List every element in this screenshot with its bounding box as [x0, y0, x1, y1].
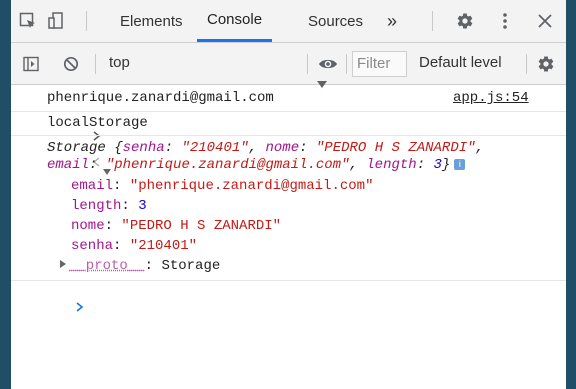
summary-value: "PEDRO H S ZANARDI" [315, 140, 476, 156]
tab-sources[interactable]: Sources [308, 0, 363, 42]
log-source-link[interactable]: app.js:54 [453, 90, 529, 106]
device-toolbar-icon[interactable] [46, 10, 68, 32]
object-summary-line-1[interactable]: Storage {senha: "210401", nome: "PEDRO H… [47, 140, 484, 156]
summary-suffix: } [441, 157, 451, 173]
divider [11, 135, 566, 136]
property-row: email: "phenrique.zanardi@gmail.com" [71, 178, 374, 194]
object-summary-line-2[interactable]: email: "phenrique.zanardi@gmail.com", le… [47, 157, 466, 173]
context-selector[interactable]: top [103, 43, 328, 88]
property-key: email [71, 178, 114, 194]
tab-console[interactable]: Console [197, 0, 273, 42]
log-level-dropdown[interactable]: Default level [419, 54, 502, 71]
inspect-element-icon[interactable] [17, 11, 39, 31]
divider [346, 54, 347, 74]
property-row: nome: "PEDRO H S ZANARDI" [71, 218, 282, 234]
sidebar-toggle-icon[interactable] [21, 54, 41, 74]
expand-right-triangle-icon[interactable] [59, 258, 69, 274]
console-toolbar: top Filter Default level [11, 43, 566, 88]
log-message: phenrique.zanardi@gmail.com [47, 90, 274, 106]
divider [307, 54, 308, 74]
proto-row[interactable]: __proto__: Storage [59, 258, 220, 274]
property-row: length: 3 [71, 198, 147, 214]
property-value: "PEDRO H S ZANARDI" [121, 218, 282, 234]
divider [11, 111, 566, 112]
console-output: phenrique.zanardi@gmail.com app.js:54 lo… [11, 85, 566, 389]
input-command: localStorage [47, 115, 148, 131]
filter-input[interactable]: Filter [352, 51, 407, 77]
property-key: nome [71, 218, 105, 234]
property-key: length [71, 198, 122, 214]
proto-value: Storage [161, 258, 221, 274]
tab-elements[interactable]: Elements [120, 0, 183, 42]
devtools-panel: Elements Console Sources » top Filter De… [11, 0, 566, 389]
clear-console-icon[interactable] [61, 54, 81, 74]
settings-gear-icon[interactable] [454, 10, 476, 32]
context-selector-label: top [109, 54, 130, 71]
proto-key: __proto__ [69, 258, 145, 274]
property-row: senha: "210401" [71, 238, 198, 254]
close-icon[interactable] [535, 11, 555, 31]
summary-key: senha [122, 140, 165, 156]
summary-key: length [366, 157, 417, 173]
summary-key: email [47, 157, 90, 173]
property-value: 3 [138, 198, 147, 214]
summary-value: 3 [433, 157, 442, 173]
divider [432, 11, 433, 31]
summary-key: nome [265, 140, 300, 156]
divider [86, 11, 87, 31]
kebab-menu-icon[interactable] [496, 10, 514, 32]
info-icon[interactable]: i [454, 159, 466, 170]
console-settings-gear-icon[interactable] [535, 53, 557, 75]
divider [95, 54, 96, 74]
devtools-tab-bar: Elements Console Sources » [11, 0, 566, 43]
summary-prefix: Storage { [47, 140, 123, 156]
property-key: senha [71, 238, 114, 254]
summary-value: "210401" [181, 140, 249, 156]
console-prompt-input[interactable] [41, 281, 556, 381]
live-expression-eye-icon[interactable] [317, 54, 339, 74]
property-value: "210401" [129, 238, 198, 254]
more-tabs-button[interactable]: » [387, 0, 397, 42]
property-value: "phenrique.zanardi@gmail.com" [129, 178, 374, 194]
summary-value: "phenrique.zanardi@gmail.com" [105, 157, 350, 173]
divider [526, 54, 527, 74]
